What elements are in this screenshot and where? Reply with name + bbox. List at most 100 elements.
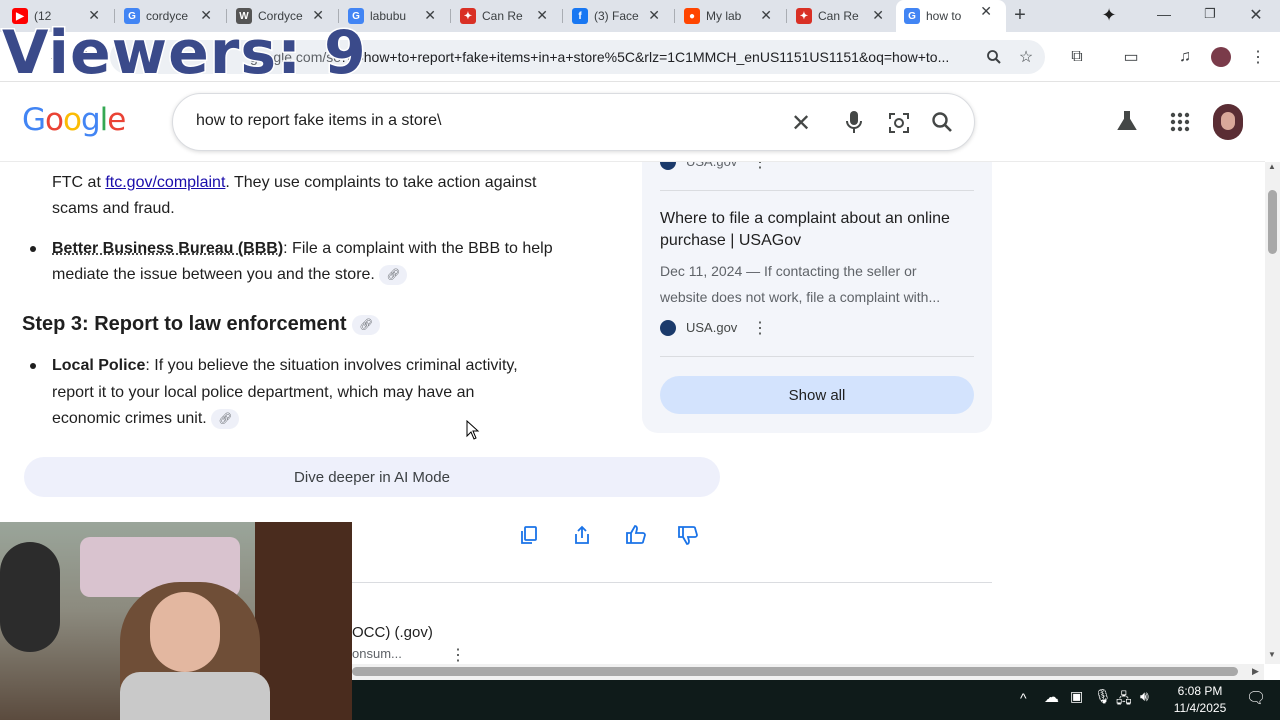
google-icon: G	[904, 8, 920, 24]
viewers-overlay: Viewers: 9	[1, 17, 368, 90]
close-window-button[interactable]: ✕	[1246, 5, 1266, 25]
tray-overflow-icon[interactable]: ^	[1020, 690, 1027, 706]
close-tab-icon[interactable]: ✕	[872, 7, 884, 24]
app-icon: ✦	[460, 8, 476, 24]
lens-search-icon[interactable]	[887, 111, 911, 140]
search-submit-icon[interactable]	[931, 111, 953, 138]
device-icon[interactable]: ▣	[1070, 688, 1083, 705]
source-card-date: Dec 11, 2024	[660, 263, 743, 279]
close-tab-icon[interactable]: ✕	[980, 3, 992, 20]
police-line-2: report it to your local police departmen…	[52, 384, 475, 401]
vertical-scroll-thumb[interactable]	[1268, 190, 1277, 254]
ftc-complaint-link[interactable]: ftc.gov/complaint	[105, 174, 225, 191]
notifications-icon[interactable]: 🗨︎	[1246, 688, 1266, 708]
partial-result-snippet: onsum...	[352, 646, 402, 661]
browser-tab[interactable]: ✦ Can Re ✕	[788, 4, 898, 28]
browser-tab[interactable]: ✦ Can Re ✕	[452, 4, 562, 28]
bookmark-star-icon[interactable]: ☆	[1014, 45, 1038, 69]
onedrive-icon[interactable]: ☁	[1044, 688, 1059, 706]
search-box[interactable]: how to report fake items in a store\ ✕	[172, 93, 975, 151]
google-header: Google how to report fake items in a sto…	[0, 82, 1265, 162]
police-line-3: economic crimes unit. 🔗︎	[52, 406, 240, 433]
source-card-title[interactable]: Where to file a complaint about an onlin…	[660, 208, 960, 252]
tab-separator	[450, 9, 451, 23]
tab-search-icon[interactable]: ▭	[1119, 45, 1143, 69]
show-all-label: Show all	[788, 386, 846, 404]
copy-icon[interactable]	[519, 525, 539, 550]
step3-heading: Step 3: Report to law enforcement 🔗︎	[22, 313, 381, 336]
browser-tab[interactable]: f (3) Face ✕	[564, 4, 674, 28]
close-tab-icon[interactable]: ✕	[536, 7, 548, 24]
card-divider	[660, 356, 974, 357]
ftc-rest: . They use complaints to take action aga…	[225, 174, 537, 191]
source-card-more-icon[interactable]: ⋮	[752, 318, 768, 338]
browser-tab[interactable]: ● My lab ✕	[676, 4, 786, 28]
scroll-up-arrow-icon[interactable]: ▲	[1268, 162, 1276, 171]
share-icon[interactable]	[572, 525, 592, 550]
extensions-icon[interactable]: ⧉	[1065, 45, 1089, 69]
step3-text: Step 3: Report to law enforcement	[22, 313, 347, 335]
gemini-icon[interactable]: ✦	[1098, 5, 1120, 27]
bullet-bbb	[30, 246, 36, 252]
profile-avatar[interactable]	[1209, 45, 1233, 69]
scroll-down-arrow-icon[interactable]: ▼	[1268, 650, 1276, 659]
volume-icon[interactable]: 🔊︎	[1140, 688, 1149, 705]
vertical-scrollbar[interactable]: ▲ ▼	[1265, 162, 1280, 664]
close-tab-icon[interactable]: ✕	[648, 7, 660, 24]
windows-taskbar: ^ ☁ ▣ 🎙︎ 🖧︎ 🔊︎ 6:08 PM 11/4/2025 🗨︎	[352, 680, 1280, 720]
app-icon: ✦	[796, 8, 812, 24]
ftc-line-1: FTC at ftc.gov/complaint. They use compl…	[52, 170, 536, 197]
partial-result-source[interactable]: OCC) (.gov)	[352, 624, 433, 641]
facebook-icon: f	[572, 8, 588, 24]
restore-button[interactable]: ❐	[1200, 6, 1220, 26]
bbb-line2-text: mediate the issue between you and the st…	[52, 266, 375, 283]
thumbs-up-icon[interactable]	[625, 525, 647, 550]
google-logo[interactable]: Google	[22, 102, 126, 138]
url-text: ?q=how+to+report+fake+items+in+a+store%5…	[340, 49, 950, 65]
show-all-button[interactable]: Show all	[660, 376, 974, 414]
police-rest: : If you believe the situation involves …	[145, 357, 518, 374]
network-icon[interactable]: 🖧︎	[1116, 688, 1132, 712]
taskbar-date[interactable]: 11/4/2025	[1168, 701, 1232, 715]
tab-separator	[786, 9, 787, 23]
source-link-chip-icon[interactable]: 🔗︎	[352, 314, 381, 335]
ftc-line-2: scams and fraud.	[52, 200, 175, 217]
police-line3-text: economic crimes unit.	[52, 410, 207, 427]
thumbs-down-icon[interactable]	[677, 525, 699, 550]
close-tab-icon[interactable]: ✕	[424, 7, 436, 24]
clear-search-icon[interactable]: ✕	[791, 109, 811, 138]
browser-menu-icon[interactable]: ⋮	[1246, 45, 1270, 69]
police-line-1: Local Police: If you believe the situati…	[52, 353, 518, 380]
police-title: Local Police	[52, 357, 146, 374]
tab-title: (3) Face	[594, 9, 639, 23]
taskbar-time[interactable]: 6:08 PM	[1172, 684, 1228, 698]
dive-deeper-button[interactable]: Dive deeper in AI Mode	[24, 457, 720, 497]
voice-search-icon[interactable]	[845, 110, 863, 139]
search-query[interactable]: how to report fake items in a store\	[196, 112, 441, 130]
scroll-right-arrow-icon[interactable]: ▶	[1252, 666, 1259, 677]
result-more-icon[interactable]: ⋮	[450, 645, 466, 665]
media-controls-icon[interactable]: ♫	[1173, 45, 1197, 69]
close-tab-icon[interactable]: ✕	[760, 7, 772, 24]
browser-tab[interactable]: Ghow to ✕	[896, 0, 1006, 32]
tab-title: how to	[926, 9, 962, 23]
bullet-police	[30, 363, 36, 369]
bbb-line-2: mediate the issue between you and the st…	[52, 262, 408, 289]
horizontal-scroll-thumb[interactable]	[352, 667, 1238, 676]
card-divider	[660, 190, 974, 191]
labs-flask-icon[interactable]	[1116, 110, 1138, 137]
horizontal-scrollbar[interactable]: ▶	[352, 664, 1264, 680]
source-link-chip-icon[interactable]: 🔗︎	[211, 408, 240, 429]
source-card-snippet: Dec 11, 2024 — If contacting the seller …	[660, 258, 980, 310]
google-apps-icon[interactable]	[1170, 112, 1190, 137]
zoom-icon[interactable]	[982, 45, 1006, 69]
new-tab-button[interactable]: +	[1010, 5, 1030, 26]
bbb-title[interactable]: Better Business Bureau (BBB)	[52, 240, 283, 257]
tab-title: Can Re	[818, 9, 859, 23]
ftc-prefix: FTC at	[52, 174, 106, 191]
tab-separator	[562, 9, 563, 23]
source-link-chip-icon[interactable]: 🔗︎	[379, 264, 408, 285]
account-avatar[interactable]	[1213, 104, 1243, 140]
microphone-icon[interactable]: 🎙︎	[1094, 688, 1112, 705]
minimize-button[interactable]: —	[1152, 6, 1176, 26]
